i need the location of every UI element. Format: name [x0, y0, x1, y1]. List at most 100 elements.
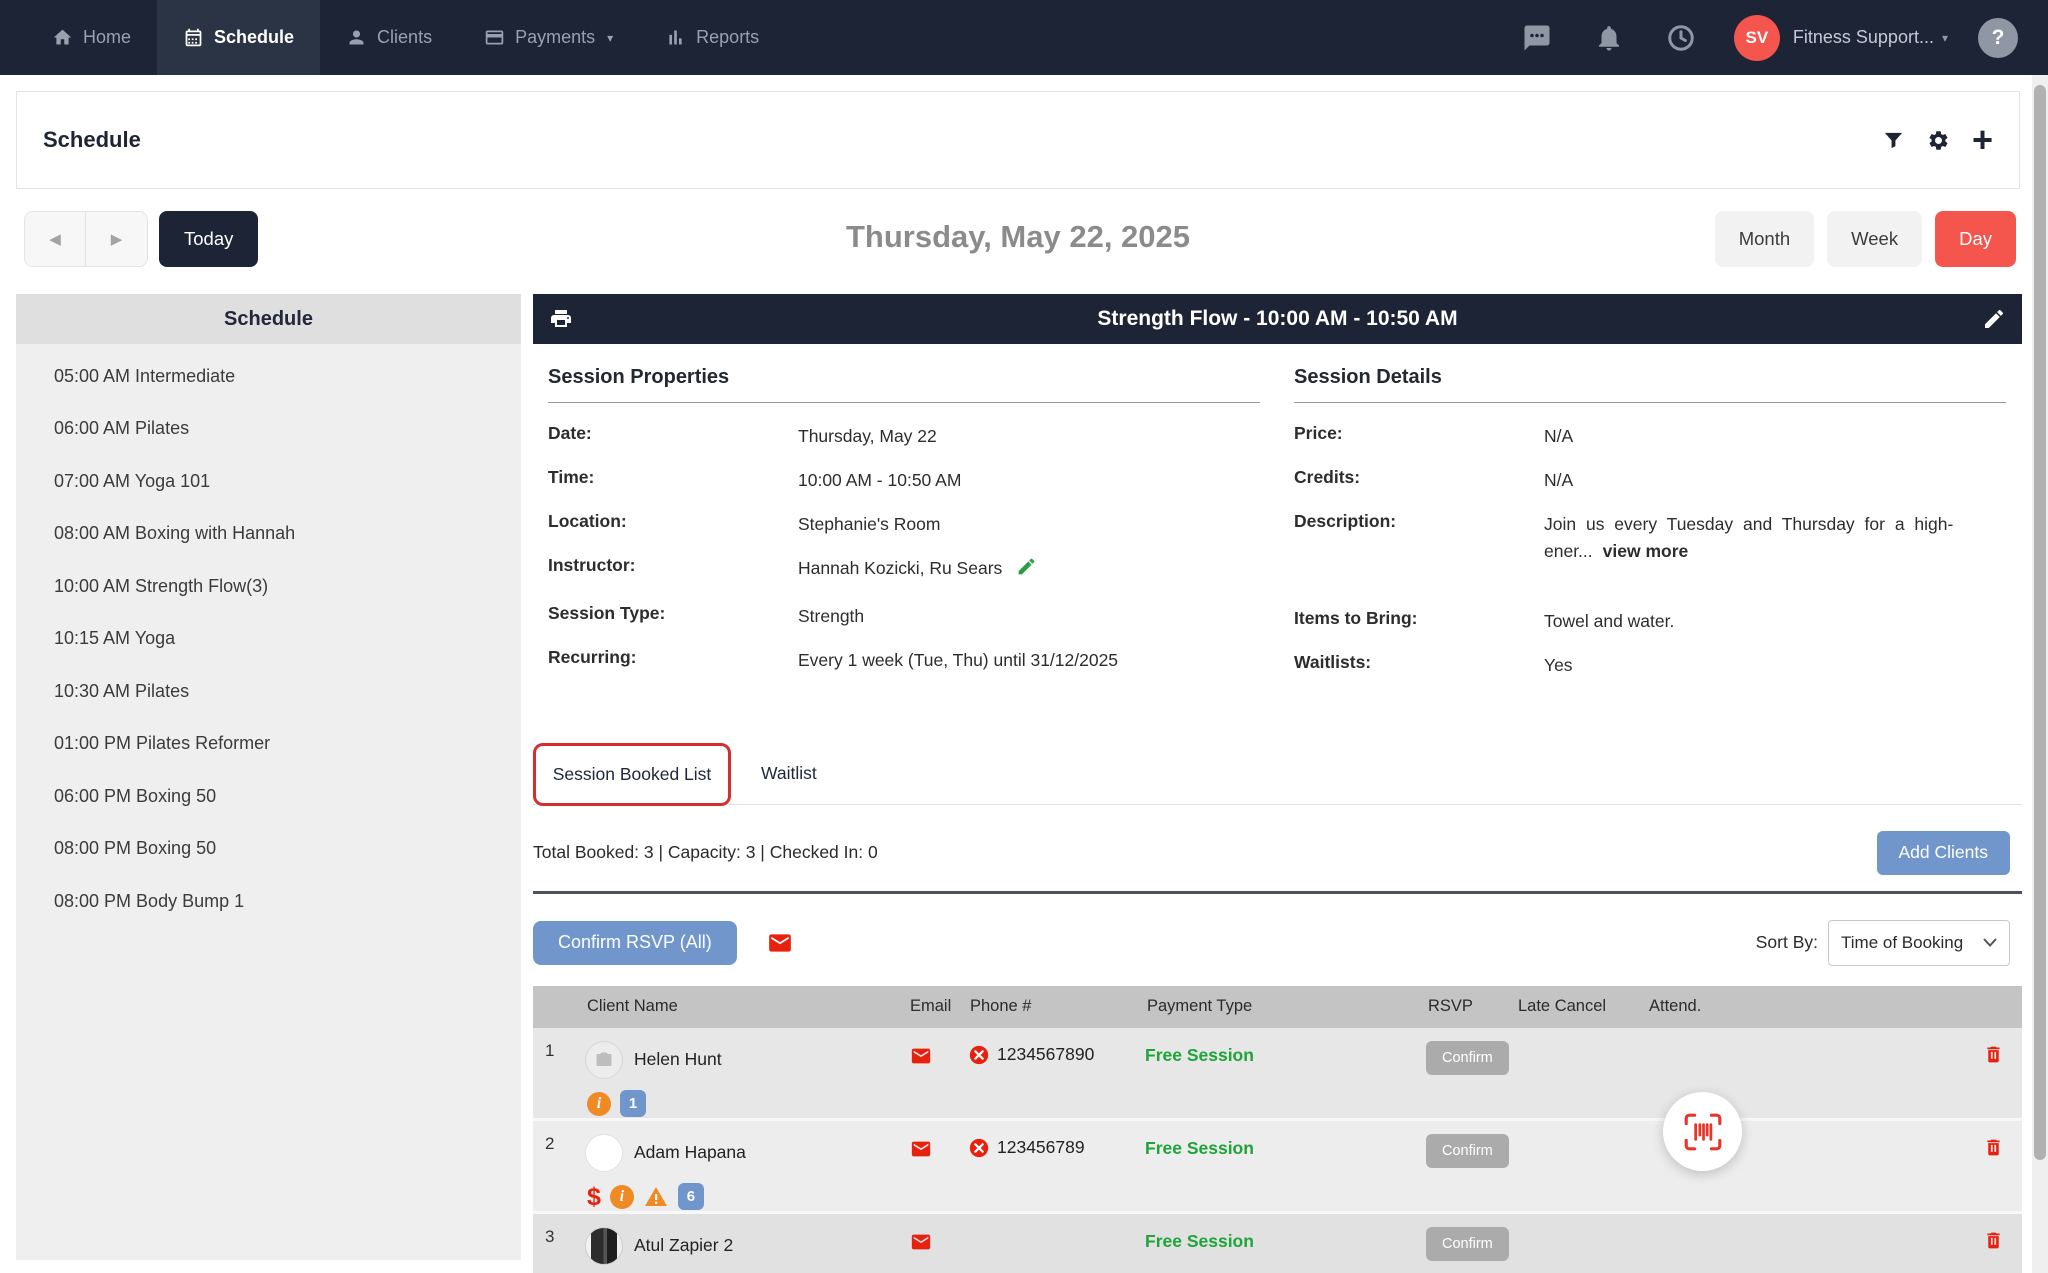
schedule-list-item[interactable]: 10:00 AM Strength Flow(3) — [54, 560, 521, 613]
schedule-list-item[interactable]: 01:00 PM Pilates Reformer — [54, 718, 521, 771]
dollar-icon[interactable]: $ — [587, 1185, 601, 1209]
schedule-list-item[interactable]: 08:00 PM Body Bump 1 — [54, 875, 521, 928]
settings-icon[interactable] — [1927, 129, 1950, 152]
email-icon[interactable] — [908, 1138, 934, 1160]
home-icon — [52, 27, 73, 48]
nav-item-clients[interactable]: Clients — [320, 0, 458, 75]
column-header: Attend. — [1647, 997, 1975, 1016]
delete-icon[interactable] — [1983, 1043, 2004, 1066]
nav-item-reports[interactable]: Reports — [639, 0, 785, 75]
row-index: 3 — [533, 1227, 585, 1247]
property-value: Yes — [1544, 652, 2006, 679]
info-icon[interactable]: i — [587, 1092, 611, 1116]
view-week-button[interactable]: Week — [1827, 211, 1922, 267]
warning-icon[interactable] — [643, 1185, 669, 1209]
client-name[interactable]: Adam Hapana — [634, 1142, 746, 1163]
sidebar-title: Schedule — [16, 294, 521, 344]
delete-icon[interactable] — [1983, 1136, 2004, 1159]
client-name[interactable]: Helen Hunt — [634, 1049, 722, 1070]
column-header: Client Name — [585, 997, 908, 1016]
nav-item-home[interactable]: Home — [26, 0, 157, 75]
confirm-rsvp-all-button[interactable]: Confirm RSVP (All) — [533, 921, 737, 965]
rsvp-toolbar: Confirm RSVP (All) Sort By: Time of Book… — [533, 920, 2022, 966]
confirm-rsvp-button[interactable]: Confirm — [1426, 1134, 1509, 1168]
edit-icon[interactable] — [1982, 307, 2006, 331]
client-avatar[interactable] — [585, 1134, 623, 1172]
property-row: Session Type:Strength — [548, 603, 1260, 630]
details-rows: Price:N/ACredits:N/ADescription:Join us … — [1294, 423, 2006, 679]
schedule-list-item[interactable]: 10:15 AM Yoga — [54, 613, 521, 666]
clock-icon[interactable] — [1666, 23, 1696, 53]
add-clients-button[interactable]: Add Clients — [1877, 831, 2011, 875]
schedule-list-item[interactable]: 08:00 PM Boxing 50 — [54, 823, 521, 876]
schedule-list-item[interactable]: 07:00 AM Yoga 101 — [54, 455, 521, 508]
sort-select[interactable]: Time of Booking — [1828, 920, 2010, 966]
confirm-rsvp-button[interactable]: Confirm — [1426, 1227, 1509, 1261]
email-icon[interactable] — [908, 1045, 934, 1067]
client-name[interactable]: Atul Zapier 2 — [634, 1235, 733, 1256]
schedule-list-item[interactable]: 10:30 AM Pilates — [54, 665, 521, 718]
email-all-icon[interactable] — [765, 930, 795, 956]
user-avatar[interactable]: SV — [1734, 15, 1780, 61]
filter-icon[interactable] — [1882, 129, 1905, 152]
card-actions: + — [1882, 129, 1993, 152]
bell-icon[interactable] — [1594, 23, 1624, 53]
property-value: Every 1 week (Tue, Thu) until 31/12/2025 — [798, 647, 1260, 674]
user-name[interactable]: Fitness Support... — [1793, 27, 1934, 48]
tab-session-booked-list[interactable]: Session Booked List — [533, 743, 731, 806]
session-header: Strength Flow - 10:00 AM - 10:50 AM — [533, 294, 2022, 344]
barcode-scan-icon — [1682, 1111, 1724, 1153]
rsvp-cell: Confirm — [1426, 1134, 1516, 1168]
schedule-sidebar: Schedule 05:00 AM Intermediate06:00 AM P… — [16, 294, 521, 1260]
view-more-link[interactable]: view more — [1603, 541, 1689, 561]
schedule-list-item[interactable]: 06:00 AM Pilates — [54, 403, 521, 456]
booked-summary-bar: Total Booked: 3 | Capacity: 3 | Checked … — [533, 831, 2022, 875]
confirm-rsvp-button[interactable]: Confirm — [1426, 1041, 1509, 1075]
info-icon[interactable]: i — [610, 1185, 634, 1209]
phone-number: 1234567890 — [997, 1044, 1094, 1065]
print-icon[interactable] — [549, 307, 573, 331]
edit-instructor-icon[interactable] — [1016, 556, 1037, 585]
count-badge[interactable]: 1 — [620, 1090, 646, 1117]
invalid-phone-icon — [968, 1044, 990, 1066]
schedule-list-item[interactable]: 06:00 PM Boxing 50 — [54, 770, 521, 823]
client-table: Client NameEmailPhone #Payment TypeRSVPL… — [533, 986, 2022, 1273]
scrollbar-thumb[interactable] — [2034, 85, 2046, 1160]
view-day-button[interactable]: Day — [1935, 211, 2016, 267]
nav-label: Payments — [515, 27, 595, 48]
row-index: 1 — [533, 1041, 585, 1061]
payment-type: Free Session — [1145, 1227, 1426, 1252]
schedule-list-item[interactable]: 05:00 AM Intermediate — [54, 350, 521, 403]
nav-item-payments[interactable]: Payments ▾ — [458, 0, 639, 75]
table-body: 1Helen Hunti11234567890Free SessionConfi… — [533, 1028, 2022, 1273]
add-icon[interactable]: + — [1972, 130, 1993, 150]
properties-rows: Date:Thursday, May 22Time:10:00 AM - 10:… — [548, 423, 1260, 674]
delete-icon[interactable] — [1983, 1229, 2004, 1252]
sort-by-label: Sort By: — [1756, 932, 1818, 953]
divider — [533, 891, 2022, 894]
clients-icon — [346, 27, 367, 48]
barcode-scan-button[interactable] — [1663, 1092, 1742, 1171]
tab-waitlist[interactable]: Waitlist — [731, 744, 847, 804]
property-value: Thursday, May 22 — [798, 423, 1260, 450]
help-icon[interactable]: ? — [1978, 18, 2018, 58]
client-avatar[interactable] — [585, 1041, 623, 1079]
nav-item-schedule[interactable]: Schedule — [157, 0, 320, 75]
session-properties: Session Properties Date:Thursday, May 22… — [548, 366, 1260, 696]
count-badge[interactable]: 6 — [678, 1183, 704, 1210]
property-row: Credits:N/A — [1294, 467, 2006, 494]
property-value: Join us every Tuesday and Thursday for a… — [1544, 511, 2006, 565]
client-avatar[interactable] — [585, 1227, 623, 1265]
view-month-button[interactable]: Month — [1715, 211, 1814, 267]
page-scrollbar[interactable] — [2032, 75, 2048, 1273]
property-row: Time:10:00 AM - 10:50 AM — [548, 467, 1260, 494]
client-cell: Helen Hunt i1 — [585, 1041, 908, 1118]
row-index: 2 — [533, 1134, 585, 1154]
schedule-list-item[interactable]: 08:00 AM Boxing with Hannah — [54, 508, 521, 561]
chat-icon[interactable] — [1522, 23, 1552, 53]
phone-cell — [968, 1227, 1145, 1230]
rsvp-cell: Confirm — [1426, 1227, 1516, 1261]
client-badges: $ i 6 — [585, 1183, 908, 1211]
email-cell — [908, 1041, 968, 1072]
email-icon[interactable] — [908, 1231, 934, 1253]
